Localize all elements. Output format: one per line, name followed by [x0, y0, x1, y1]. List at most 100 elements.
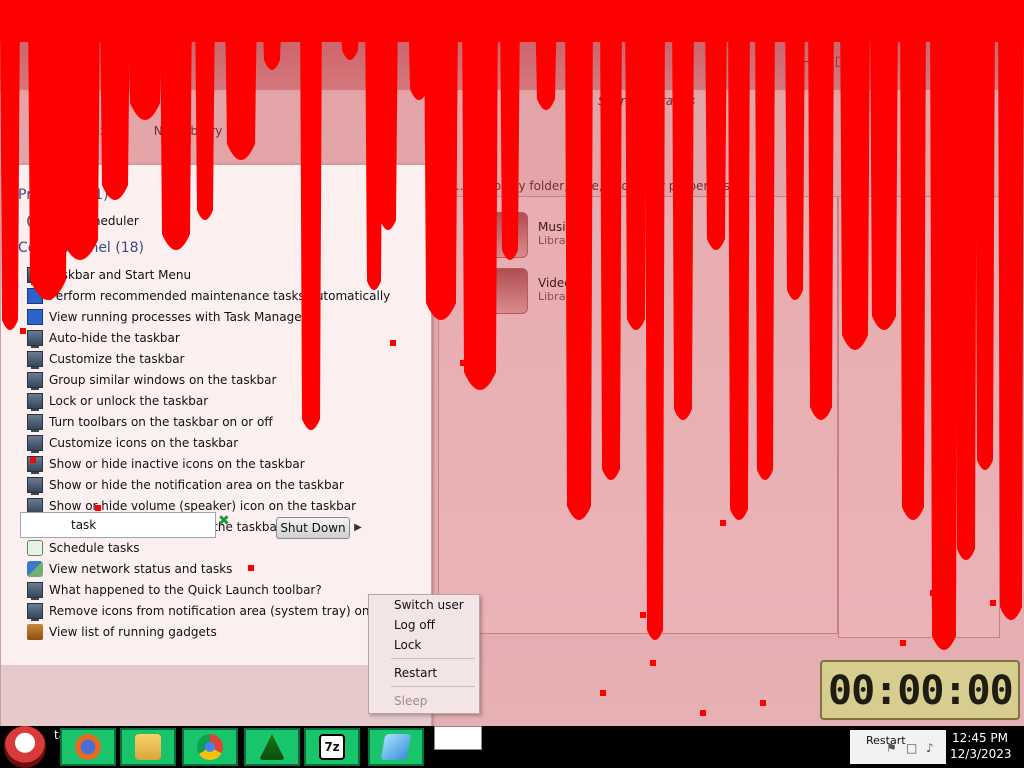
start-button[interactable]	[4, 726, 46, 768]
clock-icon	[27, 213, 43, 229]
lock-item[interactable]: Lock	[394, 638, 421, 652]
library-item-music[interactable]: Music Library	[482, 212, 576, 258]
result-task-scheduler[interactable]: Task Scheduler	[27, 211, 427, 231]
music-library-icon	[482, 212, 528, 258]
computer-icon	[27, 267, 43, 285]
clock-time[interactable]: 12:45 PM	[952, 731, 1008, 745]
explorer-icon	[135, 734, 161, 760]
computer-icon	[27, 477, 43, 495]
new-library-button[interactable]: New library	[154, 124, 223, 138]
taskbar-explorer-button[interactable]	[120, 728, 176, 766]
result-label: View list of running gadgets	[49, 625, 217, 639]
control-panel-result[interactable]: Turn toolbars on the taskbar on or off	[27, 412, 427, 432]
organize-menu[interactable]: Organize	[60, 124, 114, 138]
computer-icon	[27, 372, 43, 390]
start-menu-footer	[1, 665, 431, 727]
control-panel-result[interactable]: View network status and tasks	[27, 559, 427, 579]
explorer-titlebar	[0, 0, 1024, 90]
close-icon[interactable]: ✕	[873, 54, 884, 69]
library-type: Library	[538, 290, 577, 303]
shutdown-button[interactable]: Shut Down	[276, 517, 350, 539]
explorer-toolbar: Organize New library	[60, 124, 222, 138]
computer-icon	[27, 330, 43, 348]
taskbar-7zip-button[interactable]: 7z	[304, 728, 360, 766]
control-panel-result[interactable]: Remove icons from notification area (sys…	[27, 601, 427, 621]
result-label: Lock or unlock the taskbar	[49, 394, 209, 408]
computer-icon	[27, 582, 43, 600]
control-panel-result[interactable]: Lock or unlock the taskbar	[27, 391, 427, 411]
control-panel-result[interactable]: Show or hide the notification area on th…	[27, 475, 427, 495]
control-panel-result[interactable]: Taskbar and Start Menu	[27, 265, 427, 285]
volume-icon[interactable]: ♪	[926, 742, 938, 754]
control-panel-result[interactable]: Show or hide inactive icons on the taskb…	[27, 454, 427, 474]
chrome-icon	[197, 734, 223, 760]
result-label: Customize icons on the taskbar	[49, 436, 239, 450]
search-value: task	[71, 518, 97, 532]
taskbar-tree-button[interactable]	[244, 728, 300, 766]
result-label: Task Scheduler	[49, 214, 139, 228]
notification-area: Restart ⚑ □ ♪	[850, 730, 946, 764]
notepad-icon	[380, 734, 412, 760]
clock-date[interactable]: 12/3/2023	[950, 747, 1012, 761]
sleep-item: Sleep	[394, 694, 428, 708]
explorer-search-input[interactable]: Search Libraries	[598, 94, 695, 108]
library-item-videos[interactable]: Videos Library	[482, 268, 578, 314]
result-label: Show or hide volume (speaker) icon on th…	[49, 499, 357, 513]
start-search-input[interactable]: task	[20, 512, 216, 538]
result-label: What happened to the Quick Launch toolba…	[49, 583, 322, 597]
preview-pane	[838, 196, 1000, 638]
flag-icon[interactable]: ⚑	[886, 742, 898, 754]
7zip-icon: 7z	[319, 734, 345, 760]
control-panel-result[interactable]: Group similar windows on the taskbar	[27, 370, 427, 390]
control-panel-result[interactable]: Schedule tasks	[27, 538, 427, 558]
control-panel-result[interactable]: Customize the taskbar	[27, 349, 427, 369]
control-panel-result[interactable]: Customize icons on the taskbar	[27, 433, 427, 453]
minimize-icon[interactable]: –	[802, 54, 809, 69]
taskbar-blank-button[interactable]	[434, 726, 482, 750]
countdown-timer: 00:00:00	[820, 660, 1020, 720]
power-options-menu: Switch user Log off Lock Restart Sleep	[368, 594, 480, 714]
videos-library-icon	[482, 268, 528, 314]
firefox-icon	[75, 734, 101, 760]
result-label: Show or hide the notification area on th…	[49, 478, 344, 492]
switch-user-item[interactable]: Switch user	[394, 598, 464, 612]
programs-heading[interactable]: Programs (1)	[18, 187, 109, 203]
result-label: Turn toolbars on the taskbar on or off	[49, 415, 273, 429]
restart-item[interactable]: Restart	[394, 666, 437, 680]
control-panel-result[interactable]: View running processes with Task Manager	[27, 307, 427, 327]
menu-separator	[391, 686, 475, 687]
library-hint-text: ...the library folder, date, and other p…	[452, 179, 734, 193]
control-panel-heading[interactable]: Control Panel (18)	[18, 240, 144, 256]
computer-icon	[27, 435, 43, 453]
screen-icon	[27, 288, 43, 304]
result-label: Schedule tasks	[49, 541, 140, 555]
log-off-item[interactable]: Log off	[394, 618, 435, 632]
library-type: Library	[538, 234, 577, 247]
result-label: Taskbar and Start Menu	[49, 268, 192, 282]
control-panel-result[interactable]: Auto-hide the taskbar	[27, 328, 427, 348]
computer-icon	[27, 393, 43, 411]
result-label: Perform recommended maintenance tasks au…	[49, 289, 391, 303]
control-panel-result[interactable]: Perform recommended maintenance tasks au…	[27, 286, 427, 306]
control-panel-result[interactable]: View list of running gadgets	[27, 622, 427, 642]
network-icon[interactable]: □	[906, 742, 918, 754]
taskbar-chrome-button[interactable]	[182, 728, 238, 766]
library-name: Music	[538, 220, 573, 234]
taskbar-notepad-button[interactable]	[368, 728, 424, 766]
shutdown-options-arrow-icon[interactable]: ▶	[350, 517, 366, 539]
maximize-icon[interactable]: □	[835, 54, 847, 69]
taskbar-firefox-button[interactable]	[60, 728, 116, 766]
result-label: Customize the taskbar	[49, 352, 185, 366]
clear-search-icon[interactable]: ✖	[218, 513, 230, 529]
menu-separator	[391, 658, 475, 659]
window-controls: – □ ✕	[802, 54, 884, 69]
library-pane	[438, 196, 838, 634]
christmas-tree-icon	[259, 734, 285, 760]
screen-icon	[27, 309, 43, 325]
gadget-icon	[27, 624, 43, 640]
scheduler-icon	[27, 540, 43, 556]
computer-icon	[27, 414, 43, 432]
result-label: View network status and tasks	[49, 562, 233, 576]
library-name: Videos	[538, 276, 578, 290]
control-panel-result[interactable]: What happened to the Quick Launch toolba…	[27, 580, 427, 600]
